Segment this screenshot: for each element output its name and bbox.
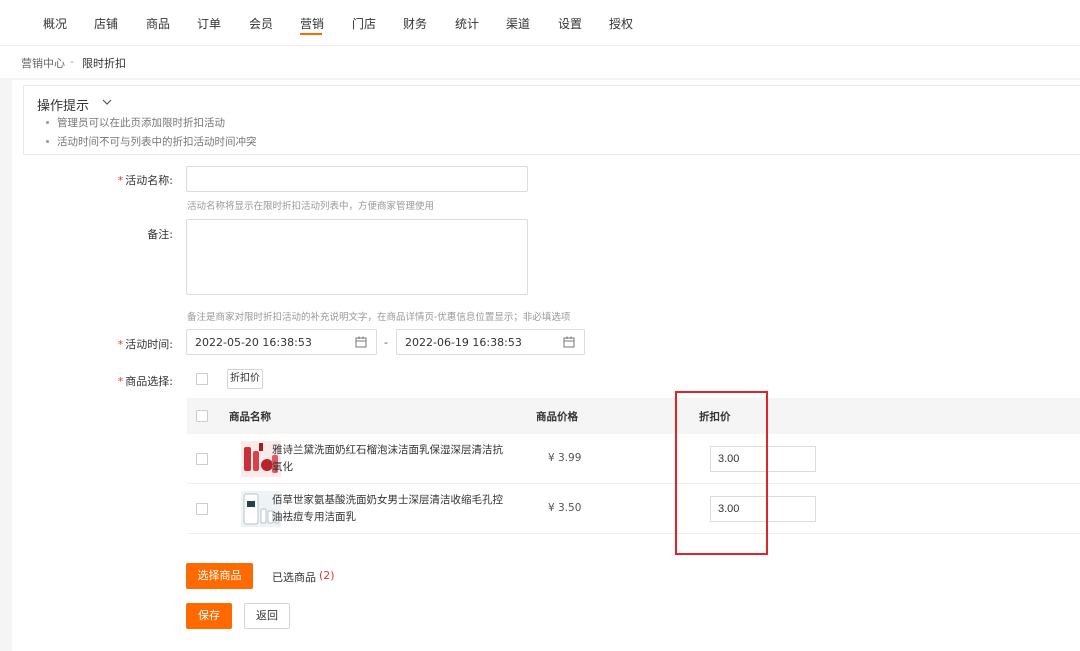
- breadcrumb-current: 限时折扣: [82, 57, 126, 70]
- activity-name-hint: 活动名称将显示在限时折扣活动列表中，方便商家管理使用: [187, 201, 435, 212]
- chevron-down-icon[interactable]: [101, 96, 113, 108]
- remark-textarea[interactable]: [186, 219, 528, 295]
- remark-hint: 备注是商家对限时折扣活动的补充说明文字，在商品详情页-优惠信息位置显示；非必填选…: [187, 312, 571, 323]
- start-time-value: 2022-05-20 16:38:53: [195, 336, 312, 349]
- calendar-icon: [355, 336, 367, 348]
- remark-label: 备注:: [147, 228, 173, 241]
- activity-name-label: * 活动名称:: [117, 174, 173, 187]
- column-header-price: 商品价格: [536, 411, 578, 423]
- product-name: 雅诗兰黛洗面奶红石榴泡沫洁面乳保湿深层清洁抗氧化: [272, 444, 503, 473]
- select-all-checkbox[interactable]: [196, 373, 208, 385]
- nav-item-overview[interactable]: 概况: [43, 15, 67, 32]
- nav-item-orders[interactable]: 订单: [197, 15, 221, 32]
- nav-item-goods[interactable]: 商品: [146, 15, 170, 32]
- header-checkbox[interactable]: [196, 410, 208, 422]
- selected-goods-count: (2): [319, 569, 335, 582]
- selected-goods-label: 已选商品: [272, 571, 316, 584]
- row-checkbox[interactable]: [196, 453, 208, 465]
- nav-item-channels[interactable]: 渠道: [506, 15, 530, 32]
- highlight-box: [675, 391, 768, 555]
- nav-item-authorization[interactable]: 授权: [609, 15, 633, 32]
- goods-table-header: 商品名称 商品价格 折扣价: [187, 398, 1080, 434]
- activity-name-input[interactable]: [186, 166, 528, 192]
- table-row: 佰草世家氨基酸洗面奶女男士深层清洁收缩毛孔控油祛痘专用洁面乳 ¥ 3.50: [187, 484, 1080, 534]
- calendar-icon: [563, 336, 575, 348]
- tips-line-2: 活动时间不可与列表中的折扣活动时间冲突: [46, 134, 257, 149]
- nav-item-statistics[interactable]: 统计: [455, 15, 479, 32]
- select-goods-button[interactable]: 选择商品: [186, 563, 253, 589]
- nav-item-stores[interactable]: 门店: [352, 15, 376, 32]
- goods-selection-label: * 商品选择:: [117, 375, 173, 388]
- column-header-name: 商品名称: [229, 411, 271, 423]
- nav-item-settings[interactable]: 设置: [558, 15, 582, 32]
- breadcrumb-parent[interactable]: 营销中心: [21, 55, 65, 71]
- main-panel: 操作提示 管理员可以在此页添加限时折扣活动 活动时间不可与列表中的折扣活动时间冲…: [12, 80, 1080, 651]
- breadcrumb-separator: -: [70, 55, 74, 68]
- top-navigation: 概况 店铺 商品 订单 会员 营销 门店 财务 统计 渠道 设置 授权: [0, 0, 1080, 46]
- tips-line-1: 管理员可以在此页添加限时折扣活动: [46, 115, 225, 130]
- activity-time-label: * 活动时间:: [117, 338, 173, 351]
- nav-item-members[interactable]: 会员: [249, 15, 273, 32]
- operation-tips: 操作提示 管理员可以在此页添加限时折扣活动 活动时间不可与列表中的折扣活动时间冲…: [23, 85, 1080, 155]
- row-checkbox[interactable]: [196, 503, 208, 515]
- product-price: ¥ 3.50: [548, 502, 582, 514]
- save-button[interactable]: 保存: [186, 603, 232, 629]
- breadcrumb: 营销中心 - 限时折扣: [0, 46, 1080, 78]
- table-row: 雅诗兰黛洗面奶红石榴泡沫洁面乳保湿深层清洁抗氧化 ¥ 3.99: [187, 434, 1080, 484]
- start-time-picker[interactable]: 2022-05-20 16:38:53: [186, 329, 377, 355]
- nav-item-finance[interactable]: 财务: [403, 15, 427, 32]
- product-price: ¥ 3.99: [548, 452, 582, 464]
- end-time-picker[interactable]: 2022-06-19 16:38:53: [396, 329, 585, 355]
- back-button[interactable]: 返回: [244, 603, 290, 629]
- tips-title[interactable]: 操作提示: [37, 95, 89, 114]
- nav-item-shop[interactable]: 店铺: [94, 15, 118, 32]
- end-time-value: 2022-06-19 16:38:53: [405, 336, 522, 349]
- batch-discount-button[interactable]: 折扣价: [227, 369, 263, 389]
- nav-item-marketing[interactable]: 营销: [300, 15, 324, 32]
- active-nav-underline: [300, 33, 322, 35]
- product-name: 佰草世家氨基酸洗面奶女男士深层清洁收缩毛孔控油祛痘专用洁面乳: [272, 494, 503, 523]
- time-range-separator: -: [384, 336, 388, 349]
